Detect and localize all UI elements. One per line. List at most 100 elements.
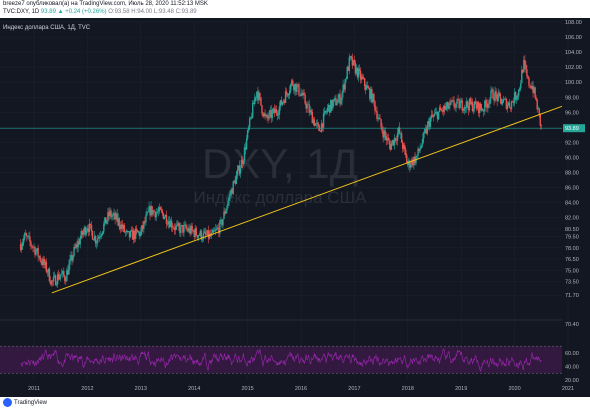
candle-body [322, 113, 325, 128]
candle-body [373, 94, 375, 102]
candle-body [292, 80, 294, 86]
candle-body [82, 231, 84, 235]
candle-body [101, 234, 103, 236]
candle-body [94, 236, 97, 244]
candle-body [214, 230, 216, 232]
watermark-name: Индекс доллара США [194, 188, 368, 207]
candle-body [310, 110, 312, 112]
candle-body [215, 229, 217, 231]
candle-body [405, 149, 407, 156]
watermark-symbol: DXY, 1Д [202, 140, 358, 187]
candle-body [236, 169, 239, 176]
candle-body [242, 160, 245, 165]
candle-body [367, 85, 369, 88]
candle-body [529, 85, 531, 87]
candle-body [432, 115, 435, 117]
candle-body [73, 246, 75, 256]
candle-body [95, 242, 98, 244]
candle-body [85, 230, 88, 235]
candle-body [58, 276, 61, 280]
candle-body [239, 167, 242, 174]
tradingview-logo-icon [3, 398, 12, 407]
candle-body [437, 111, 440, 120]
candle-body [183, 225, 185, 233]
candle-body [112, 214, 114, 217]
candle-body [459, 102, 461, 109]
candle-body [535, 97, 537, 101]
time-tick-label: 2018 [402, 386, 414, 392]
candle-body [501, 102, 503, 105]
time-tick-label: 2014 [188, 386, 200, 392]
candle-body [100, 235, 102, 237]
candle-body [325, 111, 328, 113]
price-tick-label: 76.50 [565, 257, 579, 263]
candle-body [79, 238, 81, 245]
candle-body [345, 78, 347, 80]
osc-tick-label: 60.00 [565, 351, 579, 357]
price-tick-label: 90.00 [565, 155, 579, 161]
candle-body [289, 90, 291, 95]
candle-body [445, 106, 447, 110]
publisher-line: breeze7 опубликовал(а) на TradingView.co… [3, 1, 208, 7]
chart-header: breeze7 опубликовал(а) на TradingView.co… [0, 0, 590, 20]
candle-body [497, 92, 499, 102]
candle-body [287, 94, 290, 96]
time-tick-label: 2016 [295, 386, 307, 392]
osc-band [0, 346, 562, 374]
candle-body [433, 113, 436, 116]
candle-body [232, 181, 234, 194]
candle-body [480, 103, 482, 109]
price-tick-label: 98.00 [565, 95, 579, 101]
candle-body [400, 133, 403, 143]
candle-body [96, 238, 99, 243]
chart-background [0, 18, 590, 397]
candle-body [259, 93, 261, 98]
candle-body [31, 245, 33, 248]
candle-body [344, 79, 346, 90]
candle-body [495, 91, 497, 95]
candle-body [421, 142, 423, 147]
candle-body [492, 89, 494, 99]
candle-body [72, 255, 74, 261]
candle-body [528, 77, 530, 86]
candle-body [111, 216, 113, 217]
price-tick-label: 70.40 [565, 322, 579, 328]
candle-body [499, 93, 501, 99]
candle-body [198, 235, 201, 237]
candle-body [155, 212, 157, 218]
candle-body [225, 210, 227, 214]
candle-body [63, 271, 65, 276]
time-tick-label: 2019 [455, 386, 467, 392]
candle-body [376, 111, 378, 119]
candle-body [23, 238, 25, 243]
candle-body [306, 104, 308, 109]
candle-body [336, 103, 338, 106]
price-tick-label: 102.00 [565, 65, 582, 71]
candle-body [526, 69, 528, 77]
candle-body [527, 76, 529, 78]
candle-body [91, 230, 94, 240]
candle-body [39, 256, 41, 261]
candle-body [485, 100, 487, 104]
candle-body [55, 284, 58, 286]
candle-body [178, 223, 180, 227]
price-tick-label: 108.00 [565, 20, 582, 26]
candle-body [185, 224, 187, 229]
candle-body [229, 194, 231, 196]
candle-body [201, 239, 204, 240]
candle-body [277, 114, 280, 116]
symbol-prefix[interactable]: TVC:DXY, 1D [3, 9, 39, 15]
price-tick-label: 75.00 [565, 268, 579, 274]
candle-body [327, 107, 329, 112]
candle-body [191, 225, 193, 231]
candle-body [453, 100, 455, 107]
candle-body [161, 210, 164, 214]
tradingview-logo[interactable]: TradingView [3, 398, 47, 407]
chart-canvas[interactable]: DXY, 1Д Индекс доллара США Индекс доллар… [0, 18, 590, 397]
candle-body [192, 230, 194, 232]
candle-body [534, 87, 536, 98]
candle-body [426, 124, 429, 134]
candle-body [390, 143, 393, 150]
candle-body [261, 105, 263, 114]
candle-body [99, 236, 101, 238]
